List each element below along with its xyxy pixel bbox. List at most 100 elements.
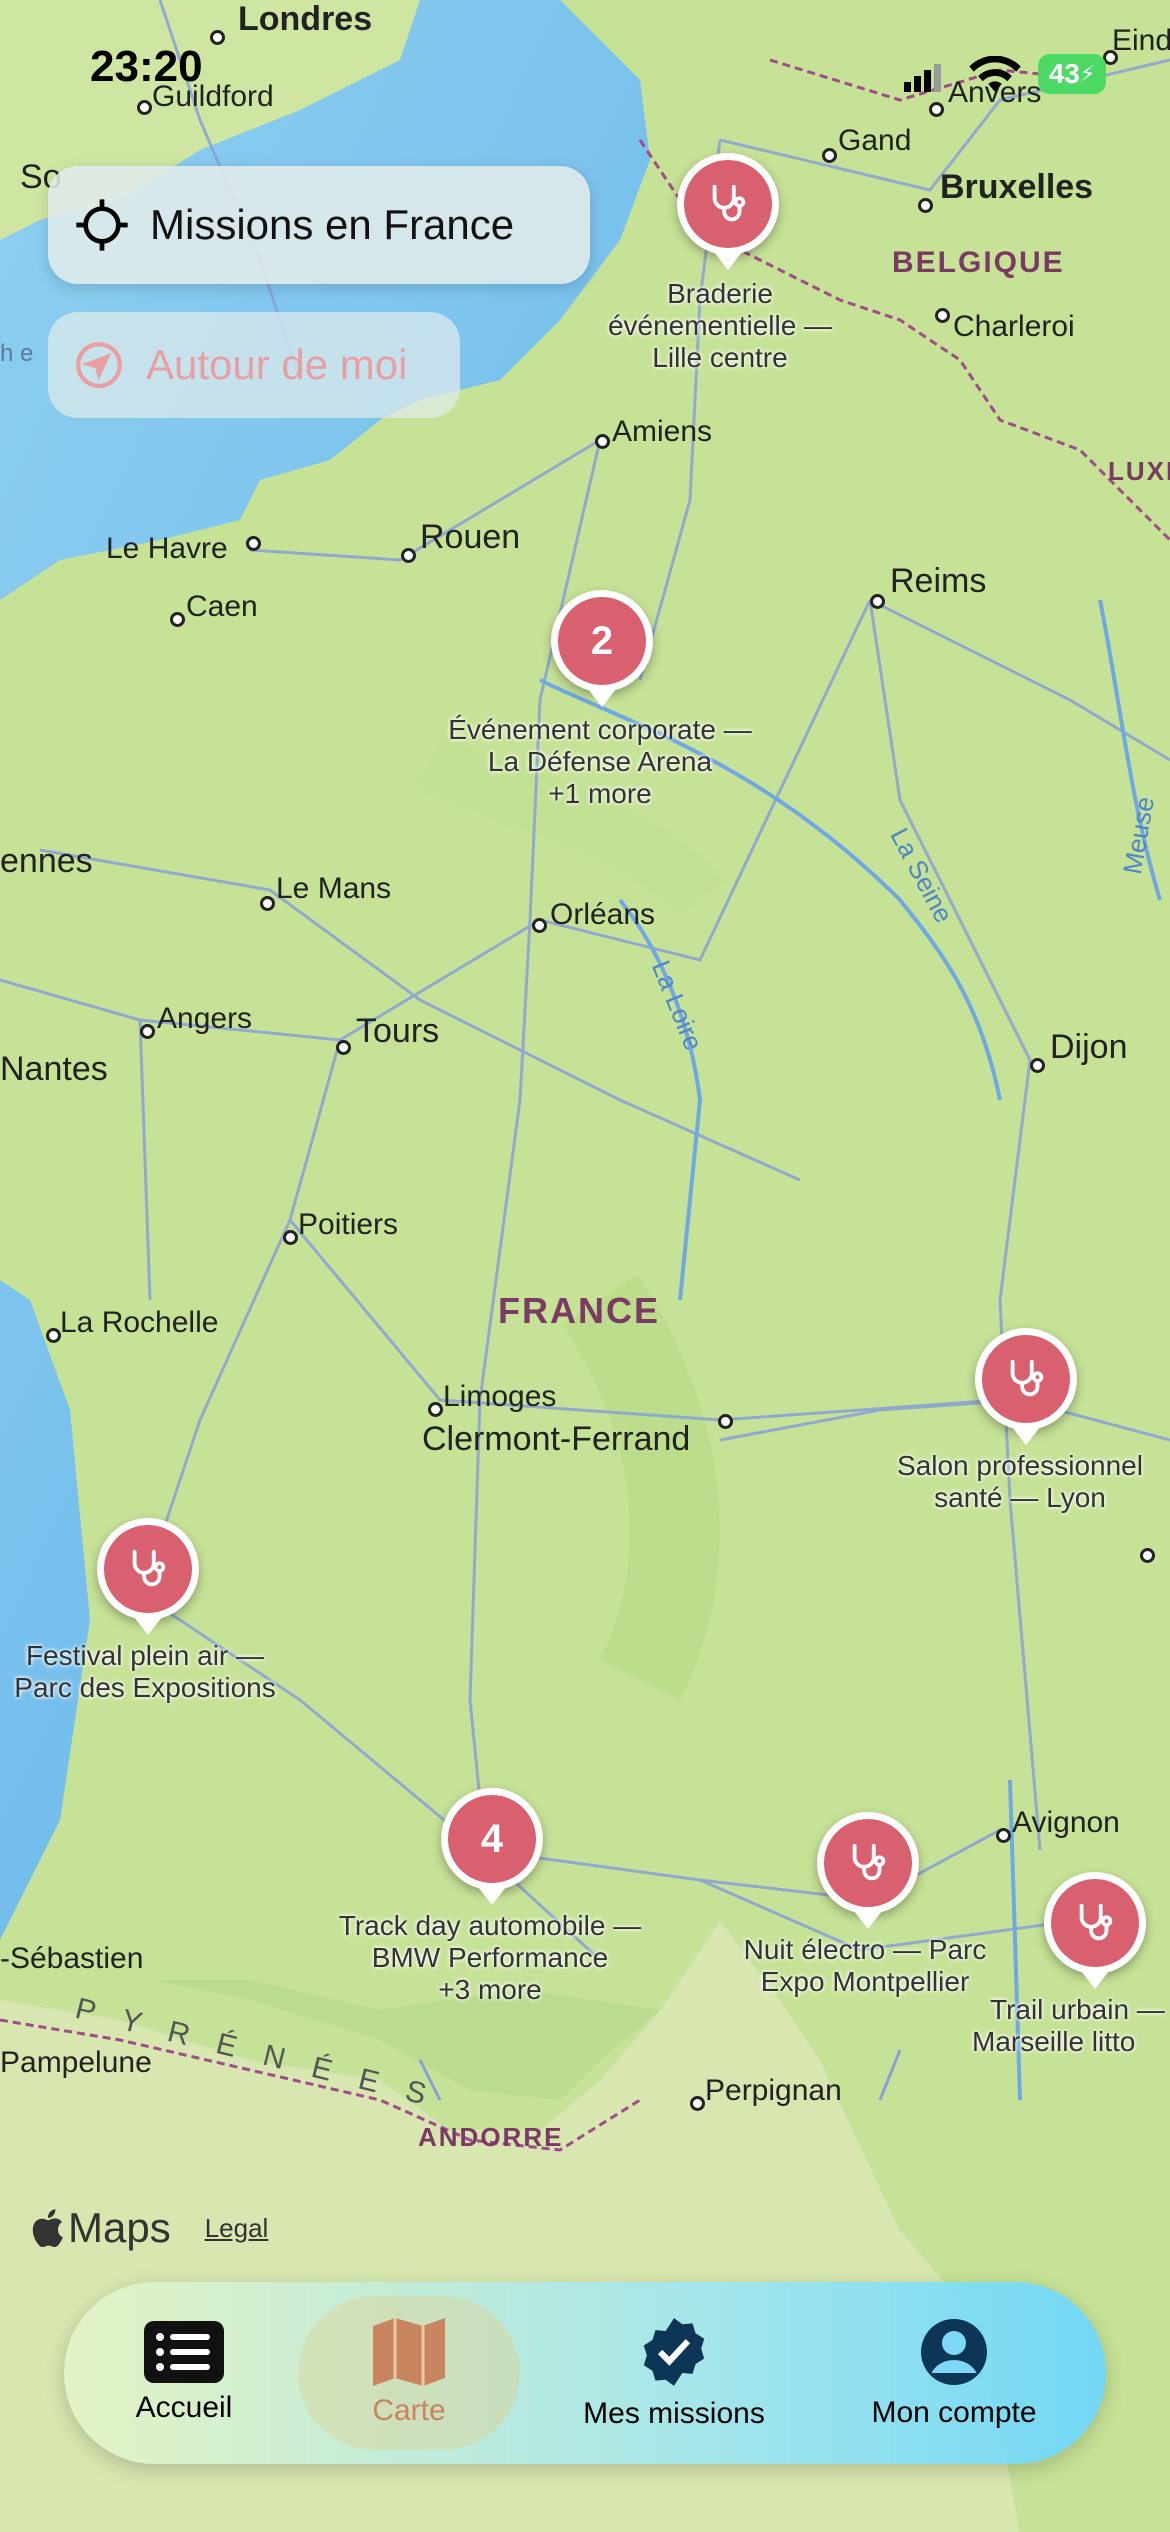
maps-attribution: Maps Legal: [30, 2204, 268, 2252]
cluster-count: 2: [590, 618, 614, 663]
maps-brand: Maps: [68, 2204, 171, 2251]
pin-caption-line: Trail urbain —: [990, 1994, 1165, 2025]
pin-caption-line: +3 more: [438, 1974, 542, 2005]
pin-caption-line: santé — Lyon: [934, 1482, 1106, 1513]
city-dot: [1140, 1548, 1155, 1563]
city-dot: [283, 1230, 298, 1245]
pin-caption-line: Track day automobile —: [338, 1910, 642, 1941]
sea-label: h e: [0, 340, 34, 367]
city-dot: [210, 30, 225, 45]
pin-caption-line: +1 more: [548, 778, 652, 809]
status-time: 23:20: [90, 42, 203, 91]
city-rouen: Rouen: [420, 518, 521, 556]
city-pampelune: Pampelune: [0, 2046, 152, 2079]
city-dot: [918, 198, 933, 213]
stethoscope-icon: [132, 1549, 166, 1587]
wifi-icon: [969, 56, 1021, 92]
tab-bar: Accueil Carte Mes missions Mon compte: [64, 2282, 1106, 2464]
pin-caption-montpellier: Nuit électro — Parc Expo Montpellier: [720, 1934, 1010, 1998]
city-dot: [595, 434, 610, 449]
city-le-mans: Le Mans: [276, 872, 392, 905]
city-amiens: Amiens: [612, 415, 713, 448]
city-dot: [929, 102, 944, 117]
mission-pin-lille[interactable]: [677, 153, 779, 270]
account-icon: [921, 2319, 987, 2385]
tab-mon-compte[interactable]: Mon compte: [844, 2282, 1064, 2464]
city-tours: Tours: [356, 1012, 440, 1050]
city-charleroi: Charleroi: [953, 310, 1075, 343]
city-san-sebastian: -Sébastien: [0, 1942, 144, 1975]
city-dot: [870, 594, 885, 609]
battery-level: 43: [1048, 58, 1080, 89]
city-perpignan: Perpignan: [705, 2074, 842, 2107]
cluster-pin-toulouse[interactable]: 4: [441, 1788, 543, 1905]
city-bruxelles: Bruxelles: [940, 168, 1094, 206]
stethoscope-icon: [1079, 1903, 1113, 1941]
pin-caption-line: Parc des Expositions: [14, 1672, 276, 1703]
pin-caption-line: événementielle —: [607, 310, 833, 341]
city-limoges: Limoges: [443, 1380, 557, 1413]
tab-label: Mes missions: [583, 2397, 765, 2430]
city-dot: [140, 1024, 155, 1039]
stethoscope-icon: [1010, 1359, 1044, 1397]
city-dot: [532, 918, 547, 933]
pin-caption-line: Braderie: [667, 278, 773, 309]
city-avignon: Avignon: [1012, 1806, 1120, 1839]
mission-pin-bordeaux[interactable]: [97, 1518, 199, 1635]
city-le-havre: Le Havre: [106, 532, 228, 565]
city-dot: [401, 548, 416, 563]
mission-pin-lyon[interactable]: [975, 1328, 1077, 1445]
city-dot: [170, 612, 185, 627]
missions-scope-button[interactable]: Missions en France: [48, 166, 590, 284]
mission-pin-marseille[interactable]: [1044, 1872, 1146, 1989]
pin-caption-marseille: Trail urbain — Marseille litto: [960, 1994, 1170, 2058]
country-luxembourg: LUXE: [1108, 456, 1170, 486]
stethoscope-icon: [852, 1843, 886, 1881]
city-dot: [996, 1828, 1011, 1843]
city-nantes: Nantes: [0, 1050, 108, 1088]
city-dot: [336, 1040, 351, 1055]
country-france: FRANCE: [498, 1290, 660, 1331]
missions-scope-label: Missions en France: [150, 201, 515, 248]
city-dot: [46, 1328, 61, 1343]
pin-caption-line: Salon professionnel: [897, 1450, 1143, 1481]
pin-caption-lyon: Salon professionnel santé — Lyon: [860, 1450, 1170, 1514]
battery-icon: 43 ⚡: [1038, 54, 1106, 94]
city-dot: [935, 308, 950, 323]
nearby-button[interactable]: Autour de moi: [48, 312, 460, 418]
city-dot: [428, 1402, 443, 1417]
city-londres: Londres: [238, 0, 373, 38]
city-clermont-ferrand: Clermont-Ferrand: [422, 1420, 691, 1458]
map-icon: [373, 2318, 445, 2386]
city-dot: [260, 896, 275, 911]
nearby-label: Autour de moi: [146, 341, 408, 388]
tab-mes-missions[interactable]: Mes missions: [554, 2282, 794, 2464]
tab-accueil[interactable]: Accueil: [104, 2282, 264, 2464]
legal-link[interactable]: Legal: [205, 2213, 269, 2244]
city-dot: [1030, 1058, 1045, 1073]
city-poitiers: Poitiers: [298, 1208, 399, 1241]
tab-label: Carte: [372, 2394, 446, 2427]
tab-carte[interactable]: Carte: [329, 2282, 489, 2464]
pin-caption-line: La Défense Arena: [487, 746, 713, 777]
location-arrow-icon: [76, 342, 122, 388]
badge-check-icon: [643, 2318, 705, 2386]
cluster-pin-paris[interactable]: 2: [551, 590, 653, 707]
list-icon: [144, 2321, 224, 2383]
city-dot: [246, 536, 261, 551]
pin-caption-bordeaux: Festival plein air — Parc des Expositions: [0, 1640, 290, 1704]
pin-caption-line: Festival plein air —: [25, 1640, 265, 1671]
pin-caption-lille: Braderie événementielle — Lille centre: [560, 278, 880, 374]
city-dijon: Dijon: [1050, 1028, 1128, 1066]
tab-label: Mon compte: [871, 2396, 1037, 2429]
pin-caption-toulouse: Track day automobile — BMW Performance +3 …: [300, 1910, 680, 2006]
city-caen: Caen: [186, 590, 258, 623]
pin-caption-line: Événement corporate —: [448, 714, 752, 745]
mission-pin-montpellier[interactable]: [817, 1812, 919, 1929]
signal-icon: [904, 64, 941, 92]
city-orleans: Orléans: [550, 898, 656, 931]
city-reims: Reims: [890, 562, 987, 600]
crosshair-icon: [76, 199, 128, 251]
city-gand: Gand: [838, 124, 912, 157]
pin-caption-line: BMW Performance: [371, 1942, 609, 1973]
